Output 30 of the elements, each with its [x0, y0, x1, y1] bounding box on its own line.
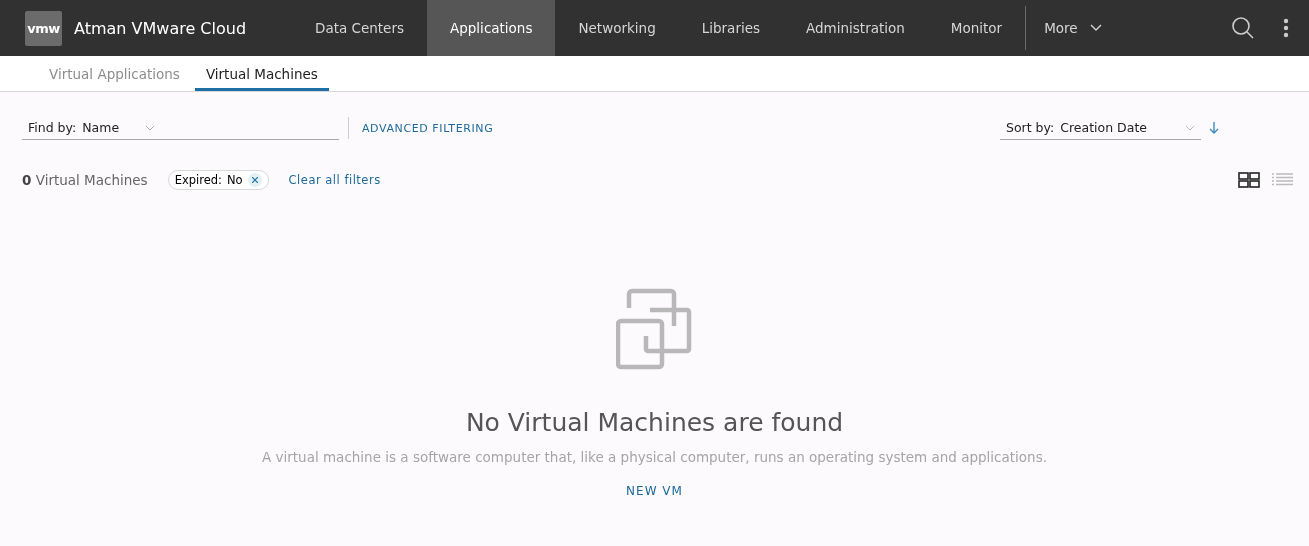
chevron-down-icon	[1089, 24, 1102, 32]
grid-icon	[1238, 172, 1260, 188]
nav-item[interactable]: Applications	[427, 0, 556, 56]
virtual-machines-icon	[615, 288, 694, 370]
tab[interactable]: Virtual Machines	[194, 56, 329, 91]
nav-item[interactable]: Administration	[783, 0, 928, 56]
arrow-down-icon	[1209, 122, 1219, 134]
find-by-select[interactable]: Find by: Name	[22, 116, 339, 140]
close-icon	[251, 177, 258, 183]
search-icon	[1231, 16, 1255, 40]
nav-item[interactable]: Networking	[555, 0, 679, 56]
advanced-filtering-link[interactable]: ADVANCED FILTERING	[362, 121, 494, 135]
result-count: 0 Virtual Machines	[22, 172, 148, 188]
new-vm-button[interactable]: NEW VM	[620, 483, 689, 499]
nav-item[interactable]: Monitor	[927, 0, 1026, 56]
remove-filter-button[interactable]	[247, 173, 262, 187]
logo: vmw	[25, 10, 62, 46]
app-title: Atman VMware Cloud	[74, 18, 247, 38]
more-vertical-icon	[1283, 18, 1289, 38]
list-icon	[1272, 173, 1293, 187]
chevron-down-icon	[145, 124, 156, 131]
nav-item[interactable]: Data Centers	[292, 0, 427, 56]
chevron-down-icon	[1185, 124, 1195, 131]
more-menu[interactable]: More	[1026, 0, 1124, 56]
sort-by-select[interactable]: Sort by: Creation Date	[1000, 116, 1201, 140]
empty-state-title: No Virtual Machines are found	[465, 408, 844, 437]
empty-state-text: A virtual machine is a software computer that, like a physical computer, runs an operating system and applications.	[262, 449, 1047, 465]
clear-filters-link[interactable]: Clear all filters	[288, 173, 381, 187]
nav-item[interactable]: Libraries	[678, 0, 784, 56]
filter-chip: Expired: No	[167, 170, 269, 190]
